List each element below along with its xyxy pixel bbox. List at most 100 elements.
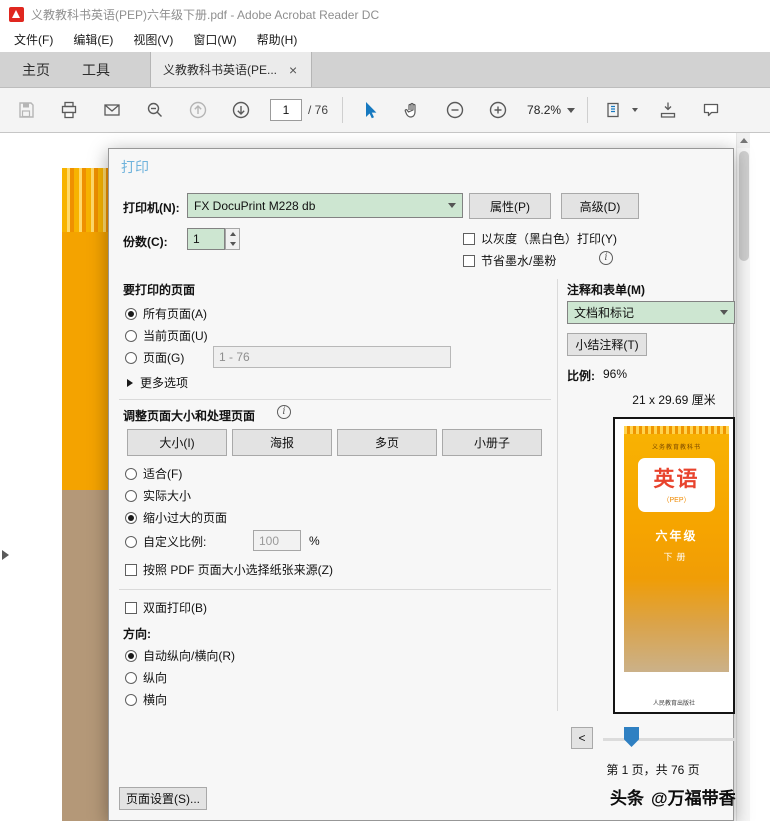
radio-icon [125,329,137,342]
preview-prev-button[interactable]: < [571,727,593,749]
page-range-input[interactable]: 1 - 76 [213,346,451,368]
save-ink-checkbox[interactable]: 节省墨水/墨粉 [463,252,556,269]
radio-auto-orientation[interactable]: 自动纵向/横向(R) [125,647,235,664]
scrollbar-thumb[interactable] [739,151,749,261]
advanced-button[interactable]: 高级(D) [561,193,639,219]
tab-home[interactable]: 主页 [6,52,66,87]
radio-portrait[interactable]: 纵向 [125,669,167,686]
comments-section-title: 注释和表单(M) [567,283,645,297]
zoom-in-button[interactable] [484,95,512,125]
multiple-button[interactable]: 多页 [337,429,437,456]
auto-orientation-label: 自动纵向/横向(R) [143,649,235,663]
hide-toolbar-button[interactable] [654,95,682,125]
menu-edit[interactable]: 编辑(E) [63,28,123,52]
sidebar-expand-button[interactable] [2,543,14,567]
properties-button[interactable]: 属性(P) [469,193,551,219]
fit-label: 适合(F) [143,467,183,481]
page-range-label: 页面(G) [143,351,185,365]
toolbar-divider [342,97,344,123]
radio-icon [125,671,137,684]
duplex-checkbox[interactable]: 双面打印(B) [125,599,207,616]
landscape-label: 横向 [143,693,168,707]
radio-actual-size[interactable]: 实际大小 [125,487,191,504]
shrink-label: 缩小过大的页面 [143,511,228,525]
next-page-button[interactable] [227,95,255,125]
preview-slider-thumb[interactable] [624,727,639,747]
acrobat-logo-icon [9,6,24,22]
all-pages-label: 所有页面(A) [143,307,207,321]
book-cover: 义务教育教科书 英语 （PEP） 六年级 下册 [624,426,729,672]
printer-label: 打印机(N): [123,201,180,215]
menu-file[interactable]: 文件(F) [4,28,63,52]
page-display-mode-button[interactable] [600,95,628,125]
radio-landscape[interactable]: 横向 [125,691,167,708]
paper-source-checkbox[interactable]: 按照 PDF 页面大小选择纸张来源(Z) [125,561,333,578]
preview-slider-track[interactable] [603,738,735,741]
radio-page-range[interactable]: 页面(G) [125,349,184,366]
tab-tools[interactable]: 工具 [66,52,126,87]
menu-help[interactable]: 帮助(H) [247,28,308,52]
radio-icon [125,649,137,662]
menu-view[interactable]: 视图(V) [123,28,183,52]
checkbox-icon [125,601,137,614]
radio-all-pages[interactable]: 所有页面(A) [125,305,207,322]
scroll-up-button[interactable] [737,133,750,148]
comment-button[interactable] [697,95,725,125]
info-icon[interactable] [599,251,613,265]
radio-shrink-oversized[interactable]: 缩小过大的页面 [125,509,227,526]
summarize-comments-button[interactable]: 小结注释(T) [567,333,647,356]
info-icon[interactable] [277,405,291,419]
checkbox-icon [463,254,475,267]
radio-icon [125,351,137,364]
page-range-value: 1 - 76 [219,350,250,364]
comments-select[interactable]: 文档和标记 [567,301,735,324]
page-count-label: / 76 [308,103,329,117]
chevron-up-icon [739,138,748,143]
preview-page-info: 第 1 页，共 76 页 [606,763,700,777]
custom-scale-input[interactable]: 100 [253,530,301,551]
previous-page-button[interactable] [184,95,212,125]
close-tab-icon[interactable]: × [287,63,299,77]
radio-fit[interactable]: 适合(F) [125,465,182,482]
zoom-out-button[interactable] [441,95,469,125]
cover-series-text: 义务教育教科书 [651,445,701,451]
toolbar: 1 / 76 78.2% [0,88,770,133]
email-button[interactable] [98,95,126,125]
page-setup-button[interactable]: 页面设置(S)... [119,787,207,810]
booklet-button[interactable]: 小册子 [442,429,542,456]
save-button[interactable] [12,95,40,125]
watermark-handle: @万福带香 [651,789,736,808]
cover-publisher: 人民教育出版社 [652,701,695,707]
copies-input[interactable]: 1 [187,228,225,250]
more-options-label: 更多选项 [140,376,189,390]
copies-stepper[interactable] [225,228,240,250]
chevron-down-icon[interactable] [632,108,639,112]
zoom-tool-icon[interactable] [141,95,169,125]
tab-document[interactable]: 义教教科书英语(PE... × [150,52,313,87]
printer-value: FX DocuPrint M228 db [194,198,316,213]
grayscale-checkbox[interactable]: 以灰度（黑白色）打印(Y) [463,230,617,247]
more-options-toggle[interactable]: 更多选项 [127,374,188,391]
stepper-down-icon[interactable] [226,239,239,249]
menu-window[interactable]: 窗口(W) [183,28,246,52]
vertical-scrollbar[interactable] [736,133,750,821]
radio-custom-scale[interactable]: 自定义比例: [125,533,206,550]
printer-select[interactable]: FX DocuPrint M228 db [187,193,463,218]
stepper-up-icon[interactable] [226,229,239,239]
percent-label: % [309,534,320,548]
radio-icon [125,535,137,548]
paper-size-label: 21 x 29.69 厘米 [632,393,716,407]
page-number-input[interactable]: 1 [270,99,302,121]
chevron-down-icon [567,107,576,113]
print-button[interactable] [55,95,83,125]
radio-current-page[interactable]: 当前页面(U) [125,327,208,344]
select-tool-icon[interactable] [355,95,383,125]
tabbar: 主页 工具 义教教科书英语(PE... × [0,52,770,88]
poster-button[interactable]: 海报 [232,429,332,456]
document-view: 打印 打印机(N): FX DocuPrint M228 db 属性(P) 高级… [0,133,770,821]
hand-tool-icon[interactable] [398,95,426,125]
tab-document-label: 义教教科书英语(PE... [163,63,278,77]
cover-title: 英语 [653,468,700,491]
zoom-level-dropdown[interactable]: 78.2% [527,103,576,117]
size-button[interactable]: 大小(I) [127,429,227,456]
